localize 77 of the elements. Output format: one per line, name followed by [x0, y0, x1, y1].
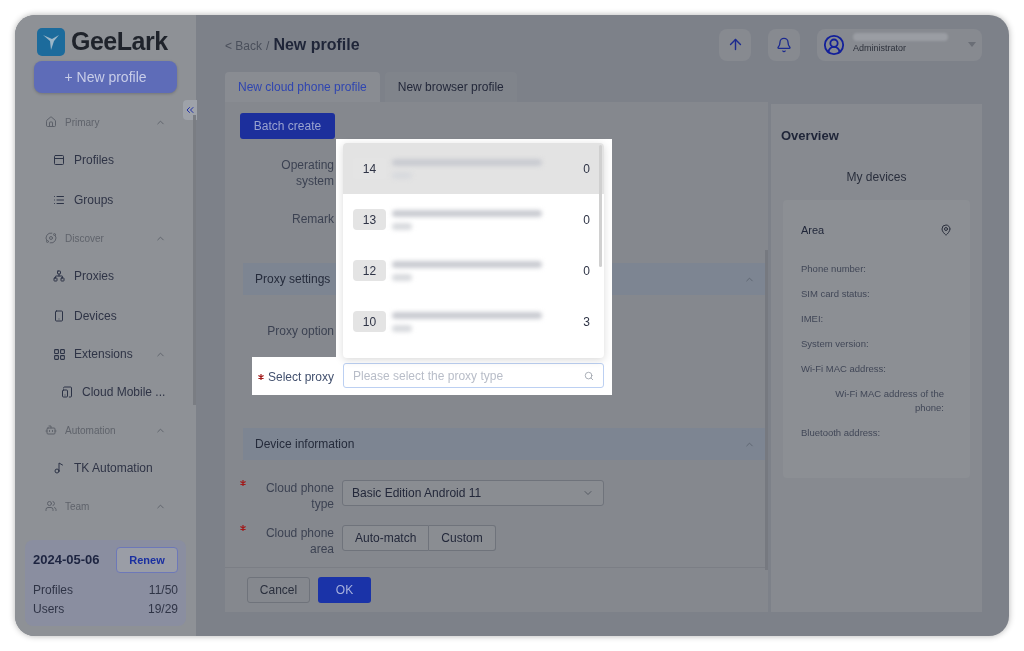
cancel-button[interactable]: Cancel [247, 577, 310, 603]
breadcrumb-separator: / [266, 38, 270, 55]
new-profile-button[interactable]: + New profile [34, 61, 177, 93]
user-menu[interactable]: Administrator [817, 28, 982, 61]
notification-button[interactable] [768, 28, 800, 61]
area-option-button[interactable]: Auto-match [342, 525, 430, 551]
dropdown-caret-icon [968, 42, 976, 47]
nav-section-label[interactable]: Extensions [74, 345, 155, 363]
field-label: Select proxy [267, 369, 334, 386]
proxy-count: 0 [583, 160, 590, 178]
device-field-label: Wi-Fi MAC address: [801, 362, 887, 376]
network-icon [53, 270, 65, 282]
proxy-search-input[interactable]: Please select the proxy type [353, 366, 584, 385]
upload-button[interactable] [719, 28, 751, 61]
user-role: Administrator [853, 42, 907, 56]
proxy-number: 12 [353, 260, 386, 281]
nav-item[interactable]: Cloud Mobile ... [82, 383, 166, 401]
field-label: Cloud phone type [264, 480, 334, 512]
proxy-search-field[interactable]: Please select the proxy type [343, 363, 604, 388]
section-header: Device information [243, 428, 767, 460]
proxy-count: 0 [583, 211, 590, 229]
phone-icon [53, 310, 65, 322]
panel-icon [53, 154, 65, 166]
nav-item[interactable]: Devices [74, 307, 117, 325]
logo-text: GeeLark [71, 25, 168, 57]
proxy-option[interactable]: 12 0 [343, 245, 604, 296]
bell-icon [776, 36, 792, 53]
area-label: Area [801, 222, 825, 238]
overview-subtitle: My devices [846, 168, 907, 186]
device-field-label: System version: [801, 337, 870, 351]
proxy-number: 10 [353, 311, 386, 332]
phone-type-select[interactable]: Basic Edition Android 11 [342, 480, 604, 506]
nav-item[interactable]: Proxies [74, 267, 114, 285]
avatar-icon [823, 33, 845, 56]
grid-icon [53, 347, 66, 361]
proxy-count: 3 [583, 313, 590, 331]
phones-icon [61, 386, 73, 398]
list-icon [53, 194, 65, 206]
field-label: Operating system [280, 157, 334, 189]
plan-date: 2024-05-06 [33, 551, 100, 570]
device-field-label: IMEI: [801, 312, 825, 326]
device-field-label: Bluetooth address: [801, 426, 882, 440]
nav-item[interactable]: Profiles [74, 151, 114, 169]
batch-create-button[interactable]: Batch create [240, 113, 335, 139]
area-option-button[interactable]: Custom [429, 525, 496, 551]
music-note-icon [53, 462, 65, 474]
proxy-number: 13 [353, 209, 386, 230]
location-pin-icon [940, 223, 952, 236]
double-chevron-left-icon [184, 104, 196, 116]
renew-button[interactable]: Renew [116, 547, 178, 573]
stat-label: Profiles [33, 582, 73, 599]
field-label: Cloud phone area [264, 525, 334, 557]
collapse-button[interactable] [183, 100, 197, 120]
ok-button[interactable]: OK [318, 577, 371, 603]
proxy-option[interactable]: 14 0 [343, 143, 604, 194]
bird-logo-icon [37, 27, 65, 56]
stat-value: 11/50 [148, 582, 178, 599]
search-icon [584, 370, 594, 381]
orbit-icon [45, 232, 57, 244]
overview-title: Overview [781, 127, 840, 145]
proxy-option[interactable]: 10 3 [343, 296, 604, 347]
field-label: Proxy option [267, 323, 334, 339]
stat-label: Users [33, 601, 65, 618]
device-field-label: Phone number: [801, 262, 867, 276]
field-label: Remark [292, 211, 334, 227]
robot-icon [45, 424, 57, 436]
stat-value: 19/29 [147, 601, 178, 618]
proxy-option[interactable]: 13 0 [343, 194, 604, 245]
tab[interactable]: New cloud phone profile [225, 72, 380, 102]
nav-item[interactable]: TK Automation [74, 459, 153, 477]
users-icon [45, 500, 57, 512]
home-icon [45, 116, 57, 128]
page-title: New profile [273, 34, 360, 55]
device-field-label: Wi-Fi MAC address of the phone: [834, 387, 945, 415]
nav-item[interactable]: Groups [74, 191, 114, 209]
proxy-count: 0 [583, 262, 590, 280]
device-field-label: SIM card status: [801, 287, 871, 301]
